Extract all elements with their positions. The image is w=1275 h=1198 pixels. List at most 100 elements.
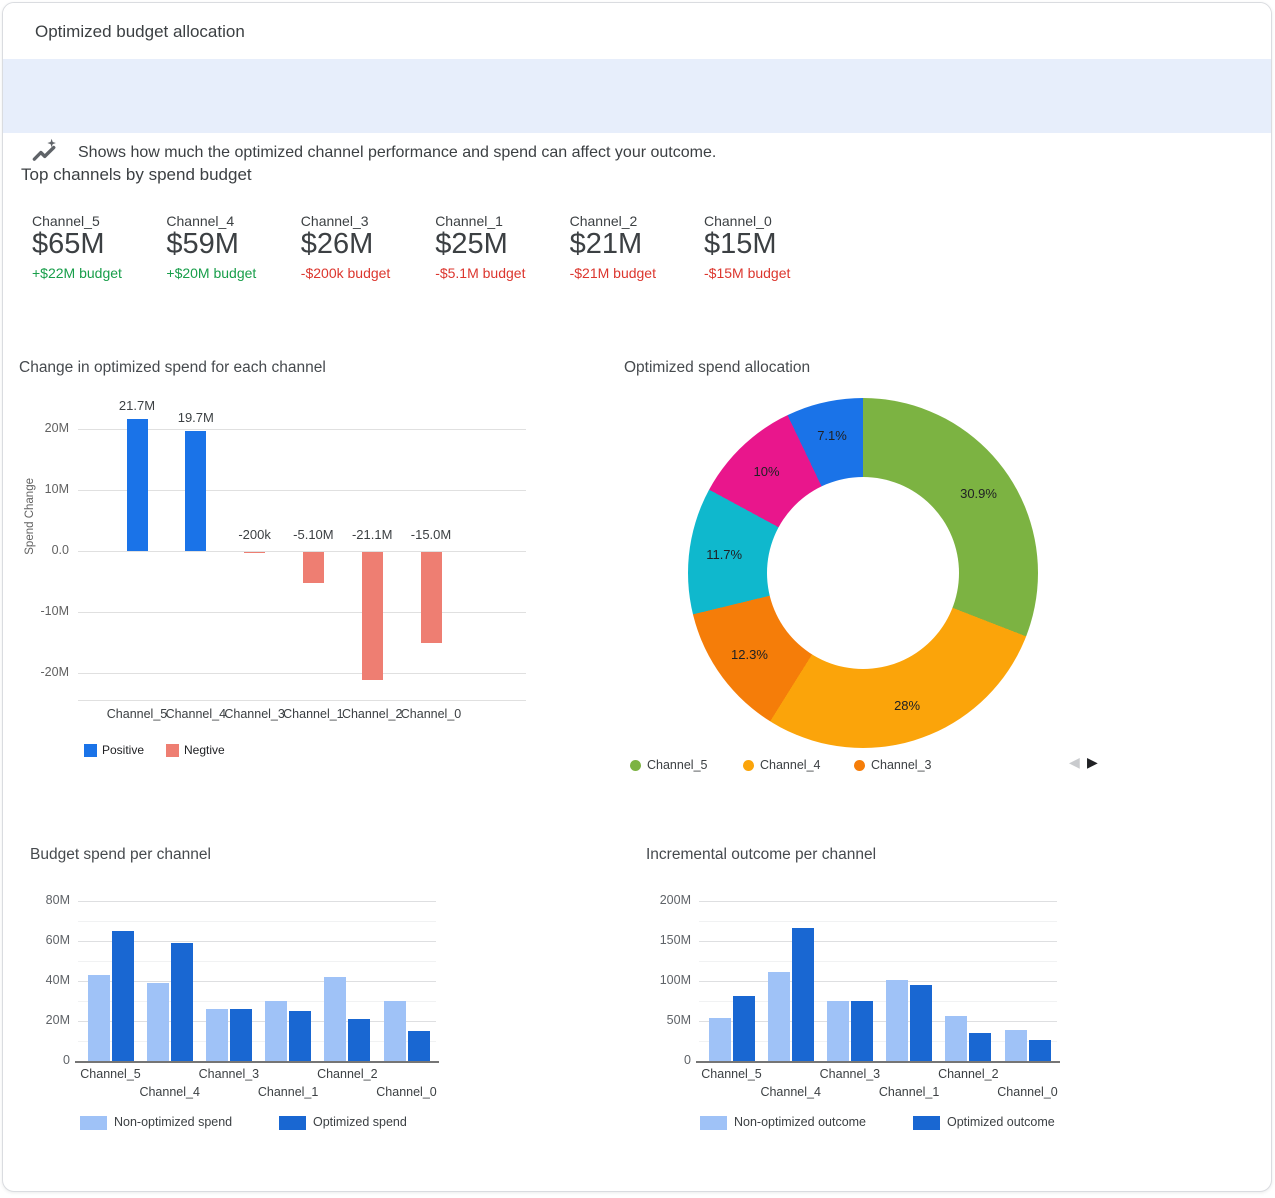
dashboard-card: Optimized budget allocation Shows how mu…	[2, 2, 1272, 1192]
y-tick-label: -20M	[3, 665, 69, 679]
slice-percent-label: 28%	[875, 698, 939, 713]
bar	[324, 977, 346, 1061]
bar	[185, 431, 206, 551]
bar	[827, 1001, 849, 1061]
bar	[733, 996, 755, 1061]
gridline	[699, 921, 1057, 922]
dashboard-stage: Optimized budget allocation Shows how mu…	[0, 0, 1275, 1198]
slice-percent-label: 30.9%	[947, 486, 1011, 501]
bar	[112, 931, 134, 1061]
x-tick-label: Channel_4	[746, 1085, 836, 1099]
bar	[421, 552, 442, 644]
legend-swatch	[700, 1116, 727, 1130]
legend-prev-icon[interactable]: ◀	[1069, 754, 1080, 771]
y-tick-label: 200M	[649, 893, 691, 907]
chart-title: Optimized spend allocation	[624, 359, 810, 377]
x-tick-label: Channel_3	[805, 1067, 895, 1081]
legend-swatch	[166, 744, 179, 757]
legend-dot	[743, 760, 754, 771]
page-title: Optimized budget allocation	[35, 22, 245, 42]
y-tick-label: 10M	[3, 482, 69, 496]
legend-swatch	[80, 1116, 107, 1130]
bar	[886, 980, 908, 1061]
channel-card-value: $65M	[32, 225, 105, 263]
channel-card-delta: +$20M budget	[166, 265, 256, 281]
channel-card-value: $21M	[570, 225, 643, 263]
x-tick-label: Channel_5	[687, 1067, 777, 1081]
legend-label: Channel_3	[871, 758, 931, 772]
chart-title: Change in optimized spend for each chann…	[19, 359, 326, 377]
bar	[910, 985, 932, 1061]
y-tick-label: 0	[649, 1053, 691, 1067]
legend-label: Channel_5	[647, 758, 707, 772]
bar	[303, 552, 324, 583]
donut-hole	[767, 477, 959, 669]
legend-swatch	[84, 744, 97, 757]
slice-percent-label: 12.3%	[717, 647, 781, 662]
chart-title: Incremental outcome per channel	[646, 846, 876, 864]
bar	[851, 1001, 873, 1061]
bar	[1029, 1040, 1051, 1061]
channel-card-delta: -$21M budget	[570, 265, 656, 281]
y-tick-label: 100M	[649, 973, 691, 987]
gridline	[78, 612, 526, 613]
legend-label: Non-optimized spend	[114, 1115, 232, 1129]
bar	[384, 1001, 406, 1061]
legend-label: Optimized outcome	[947, 1115, 1055, 1129]
slice-percent-label: 11.7%	[692, 547, 756, 562]
bar	[265, 1001, 287, 1061]
x-axis-line	[78, 700, 526, 701]
gridline	[699, 981, 1057, 982]
bar	[88, 975, 110, 1061]
gridline	[78, 901, 436, 902]
bar-value-label: -15.0M	[391, 527, 471, 542]
y-tick-label: 0	[28, 1053, 70, 1067]
chart-title: Budget spend per channel	[30, 846, 211, 864]
legend-label: Non-optimized outcome	[734, 1115, 866, 1129]
legend-swatch	[279, 1116, 306, 1130]
channel-card-delta: -$5.1M budget	[435, 265, 525, 281]
legend-dot	[630, 760, 641, 771]
channel-card-delta: -$200k budget	[301, 265, 391, 281]
legend-label: Channel_4	[760, 758, 820, 772]
x-tick-label: Channel_3	[184, 1067, 274, 1081]
y-tick-label: 80M	[28, 893, 70, 907]
y-tick-label: 20M	[28, 1013, 70, 1027]
bar	[206, 1009, 228, 1061]
x-tick-label: Channel_2	[302, 1067, 392, 1081]
slice-percent-label: 10%	[735, 464, 799, 479]
gridline	[78, 673, 526, 674]
channel-card-value: $59M	[166, 225, 239, 263]
channel-card-delta: -$15M budget	[704, 265, 790, 281]
legend-swatch	[913, 1116, 940, 1130]
y-tick-label: 40M	[28, 973, 70, 987]
x-tick-label: Channel_0	[362, 1085, 452, 1099]
bar	[1005, 1030, 1027, 1061]
gridline	[699, 941, 1057, 942]
x-axis-line	[696, 1061, 1060, 1063]
bar	[945, 1016, 967, 1061]
bar	[768, 972, 790, 1061]
bar	[244, 552, 265, 554]
bar-value-label: 19.7M	[156, 410, 236, 425]
gridline	[699, 901, 1057, 902]
channel-card-value: $25M	[435, 225, 508, 263]
insights-icon	[30, 136, 60, 166]
bar	[289, 1011, 311, 1061]
bar	[969, 1033, 991, 1061]
bar	[408, 1031, 430, 1061]
legend-next-icon[interactable]: ▶	[1087, 754, 1098, 771]
channel-card-delta: +$22M budget	[32, 265, 122, 281]
channel-card-value: $26M	[301, 225, 374, 263]
gridline	[699, 961, 1057, 962]
channel-card-value: $15M	[704, 225, 777, 263]
bar	[348, 1019, 370, 1061]
bar	[147, 983, 169, 1061]
y-tick-label: 0.0	[3, 543, 69, 557]
legend-label: Positive	[102, 743, 144, 757]
x-tick-label: Channel_0	[983, 1085, 1073, 1099]
x-tick-label: Channel_2	[923, 1067, 1013, 1081]
top-channels-heading: Top channels by spend budget	[21, 165, 252, 185]
info-banner: Shows how much the optimized channel per…	[3, 59, 1271, 133]
slice-percent-label: 7.1%	[800, 428, 864, 443]
